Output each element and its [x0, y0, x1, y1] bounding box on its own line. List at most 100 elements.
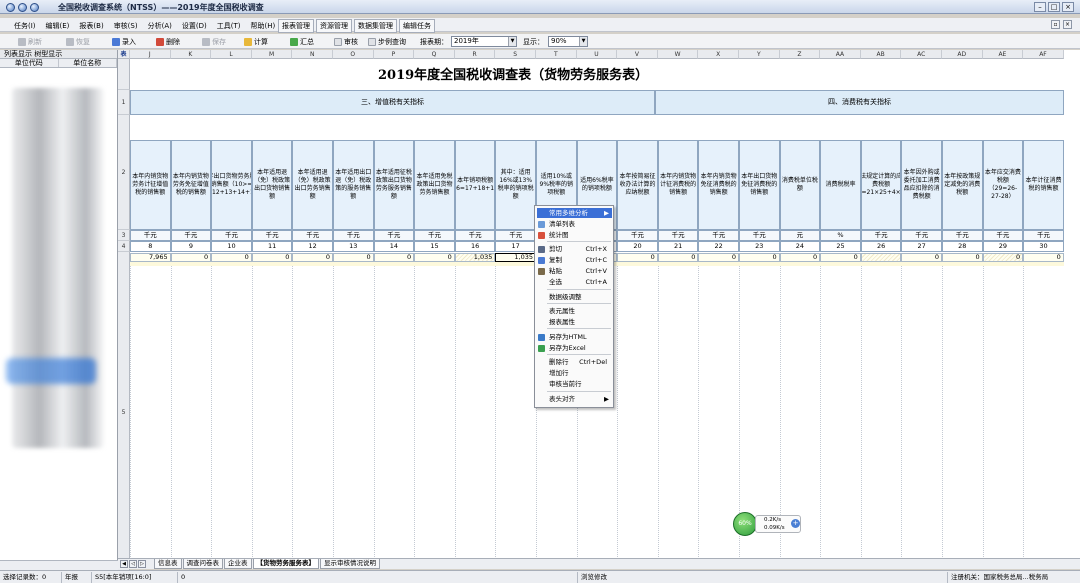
- column-unit-name[interactable]: 单位名称: [59, 59, 117, 67]
- menu-help[interactable]: 帮助(H): [250, 21, 275, 31]
- column-header-m[interactable]: M: [251, 50, 293, 59]
- column-header-l[interactable]: L: [211, 50, 252, 59]
- calc-button[interactable]: 计算: [244, 36, 268, 47]
- minimize-icon[interactable]: –: [1034, 2, 1046, 12]
- tab-info[interactable]: 信息表: [154, 559, 182, 569]
- column-header-o[interactable]: O: [333, 50, 374, 59]
- context-menu-item[interactable]: 删除行 Ctrl+Del: [537, 357, 612, 367]
- dataset-manage-button[interactable]: 数据集管理: [354, 19, 397, 33]
- data-cell[interactable]: [860, 253, 902, 262]
- data-cell[interactable]: 1,035: [495, 253, 536, 262]
- network-speed-widget[interactable]: 60% 0.2K/s 0.09K/s +: [733, 512, 803, 536]
- row-header-5[interactable]: 5: [118, 252, 130, 574]
- input-button[interactable]: 录入: [112, 36, 136, 47]
- context-menu-item[interactable]: 粘贴 Ctrl+V: [537, 266, 612, 276]
- context-menu-item[interactable]: 报表属性: [537, 317, 612, 327]
- context-menu-item[interactable]: 表头对齐 ▶: [537, 394, 612, 404]
- column-header-ac[interactable]: AC: [901, 50, 942, 59]
- column-header-p[interactable]: P: [373, 50, 415, 59]
- row-header-4[interactable]: 4: [118, 241, 130, 252]
- edit-task-button[interactable]: 编辑任务: [399, 19, 435, 33]
- tab-enterprise[interactable]: 企业表: [224, 559, 252, 569]
- context-menu-item[interactable]: 剪切 Ctrl+X: [537, 244, 612, 254]
- data-cell[interactable]: 0: [942, 253, 983, 262]
- maximize-icon[interactable]: □: [1048, 2, 1060, 12]
- menu-edit[interactable]: 编辑(E): [46, 21, 70, 31]
- column-header-z[interactable]: Z: [779, 50, 821, 59]
- prev-sheet-icon[interactable]: ◁: [129, 560, 137, 568]
- data-cell[interactable]: 0: [982, 253, 1024, 262]
- column-header-r[interactable]: R: [454, 50, 496, 59]
- context-menu-item[interactable]: 常用多维分析 ▶: [537, 208, 612, 218]
- menu-task[interactable]: 任务(I): [14, 21, 36, 31]
- column-header-s[interactable]: S: [495, 50, 536, 59]
- column-header-x[interactable]: X: [698, 50, 739, 59]
- data-cell[interactable]: 1,035: [454, 253, 496, 262]
- save-button[interactable]: 保存: [202, 36, 226, 47]
- summary-button[interactable]: 汇总: [290, 36, 314, 47]
- context-menu-item[interactable]: 另存为Excel: [537, 343, 612, 353]
- data-cell[interactable]: 0: [251, 253, 293, 262]
- column-header-ad[interactable]: AD: [942, 50, 983, 59]
- column-header-k[interactable]: K: [170, 50, 212, 59]
- data-cell[interactable]: 0: [779, 253, 821, 262]
- data-cell[interactable]: 0: [1023, 253, 1064, 262]
- column-header-v[interactable]: V: [617, 50, 658, 59]
- grid-corner[interactable]: 表: [118, 50, 130, 59]
- column-header-af[interactable]: AF: [1023, 50, 1064, 59]
- column-header-q[interactable]: Q: [414, 50, 455, 59]
- tab-audit-notes[interactable]: 显示审核情况说明: [320, 559, 380, 569]
- context-menu-item[interactable]: 审核当前行: [537, 379, 612, 389]
- period-select[interactable]: 2019年 ▼: [451, 36, 517, 47]
- column-header-aa[interactable]: AA: [820, 50, 861, 59]
- context-menu-item[interactable]: 表元属性: [537, 306, 612, 316]
- data-cell[interactable]: 0: [901, 253, 942, 262]
- column-header-n[interactable]: N: [292, 50, 333, 59]
- column-header-y[interactable]: Y: [739, 50, 780, 59]
- close-doc-icon[interactable]: ×: [1063, 20, 1072, 29]
- row-header-1[interactable]: 1: [118, 90, 130, 115]
- context-menu-item[interactable]: 另存为HTML: [537, 332, 612, 342]
- first-sheet-icon[interactable]: ◀: [120, 560, 128, 568]
- data-cell[interactable]: 0: [698, 253, 739, 262]
- data-cell[interactable]: 0: [820, 253, 861, 262]
- data-cell[interactable]: 0: [170, 253, 212, 262]
- window-orb-icons[interactable]: [6, 3, 39, 12]
- refresh-button[interactable]: 刷新: [18, 36, 42, 47]
- expand-icon[interactable]: +: [791, 519, 800, 528]
- left-horizontal-scrollbar[interactable]: [0, 560, 118, 570]
- row-header-3[interactable]: 3: [118, 230, 130, 241]
- step-query-button[interactable]: 步例查询: [368, 36, 406, 47]
- menu-audit[interactable]: 审核(S): [114, 21, 138, 31]
- reset-button[interactable]: 恢复: [66, 36, 90, 47]
- column-header-ab[interactable]: AB: [860, 50, 902, 59]
- context-menu-item[interactable]: 复制 Ctrl+C: [537, 255, 612, 265]
- column-header-t[interactable]: T: [536, 50, 577, 59]
- context-menu-item[interactable]: 增加行: [537, 368, 612, 378]
- context-menu-item[interactable]: 统计图: [537, 230, 612, 240]
- column-header-w[interactable]: W: [657, 50, 699, 59]
- tab-goods-services[interactable]: 【货物劳务服务表】: [252, 559, 319, 569]
- close-icon[interactable]: ×: [1062, 2, 1074, 12]
- data-cell[interactable]: 0: [292, 253, 333, 262]
- data-cell[interactable]: 0: [617, 253, 658, 262]
- menu-analysis[interactable]: 分析(A): [148, 21, 172, 31]
- context-menu-item[interactable]: 数据级调整: [537, 292, 612, 302]
- panel-view-tabs[interactable]: 列表显示 树型显示: [0, 50, 117, 59]
- column-header-j[interactable]: J: [130, 50, 171, 59]
- column-unit-code[interactable]: 单位代码: [0, 59, 59, 67]
- column-header-ae[interactable]: AE: [982, 50, 1024, 59]
- restore-icon[interactable]: ▫: [1051, 20, 1060, 29]
- resource-manage-button[interactable]: 资源管理: [316, 19, 352, 33]
- data-cell[interactable]: 7,965: [130, 253, 171, 262]
- zoom-select[interactable]: 90% ▼: [548, 36, 588, 47]
- menu-tools[interactable]: 工具(T): [217, 21, 241, 31]
- data-cell[interactable]: 0: [414, 253, 455, 262]
- unit-list[interactable]: [0, 68, 118, 554]
- audit-button[interactable]: 审核: [334, 36, 358, 47]
- tab-questionnaire[interactable]: 调查问卷表: [182, 559, 223, 569]
- data-cell[interactable]: 0: [333, 253, 374, 262]
- selected-unit-row[interactable]: [6, 358, 96, 384]
- data-cell[interactable]: 0: [657, 253, 699, 262]
- context-menu-item[interactable]: 全选 Ctrl+A: [537, 277, 612, 287]
